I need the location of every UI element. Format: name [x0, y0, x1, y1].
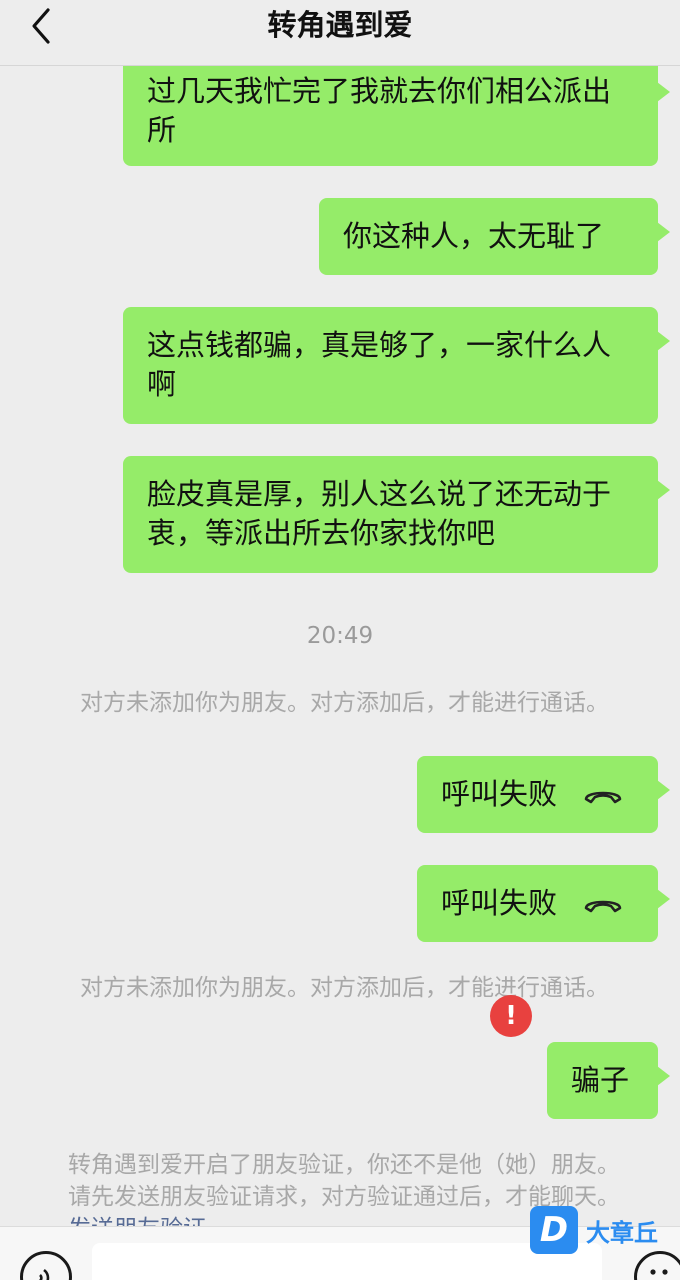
- message-text: 这点钱都骗，真是够了，一家什么人啊: [147, 328, 612, 401]
- system-notice: 对方未添加你为朋友。对方添加后，才能进行通话。: [80, 690, 609, 716]
- emoji-button[interactable]: [634, 1251, 680, 1280]
- message-text: 呼叫失败: [441, 777, 558, 811]
- send-failed-icon[interactable]: !: [490, 995, 532, 1037]
- message-bubble[interactable]: 你这种人，太无耻了: [319, 198, 670, 275]
- voice-button[interactable]: [20, 1251, 72, 1280]
- phone-hangup-icon: [584, 791, 622, 803]
- phone-hangup-icon: [584, 900, 622, 912]
- message-timestamp: 20:49: [306, 623, 374, 649]
- call-failed-bubble[interactable]: 呼叫失败: [417, 865, 670, 942]
- message-text: 你这种人，太无耻了: [343, 219, 605, 253]
- chat-title: 转角遇到爱: [267, 8, 413, 42]
- watermark: D 大章丘: [530, 1205, 658, 1255]
- message-bubble[interactable]: 骗子: [547, 1042, 670, 1119]
- verify-notice-line: 转角遇到爱开启了朋友验证，你还不是他（她）朋友。: [68, 1152, 620, 1178]
- message-bubble[interactable]: 脸皮真是厚，别人这么说了还无动于衷，等派出所去你家找你吧: [123, 456, 670, 573]
- message-input[interactable]: [92, 1243, 602, 1280]
- message-text: 过几天我忙完了我就去你们相公派出所: [147, 74, 612, 147]
- system-notice: 对方未添加你为朋友。对方添加后，才能进行通话。: [80, 975, 609, 1001]
- call-failed-bubble[interactable]: 呼叫失败: [417, 756, 670, 833]
- emoji-icon: [650, 1269, 668, 1275]
- message-bubble[interactable]: 这点钱都骗，真是够了，一家什么人啊: [123, 307, 670, 424]
- voice-icon: [38, 1268, 50, 1280]
- message-text: 骗子: [571, 1063, 630, 1097]
- chat-header: 转角遇到爱: [0, 0, 680, 66]
- message-bubble[interactable]: 过几天我忙完了我就去你们相公派出所: [123, 66, 670, 166]
- watermark-logo: D: [530, 1206, 578, 1254]
- message-text: 脸皮真是厚，别人这么说了还无动于衷，等派出所去你家找你吧: [147, 477, 612, 550]
- watermark-text: 大章丘: [586, 1218, 658, 1247]
- message-list[interactable]: 过几天我忙完了我就去你们相公派出所 你这种人，太无耻了 这点钱都骗，真是够了，一…: [0, 66, 680, 1226]
- message-text: 呼叫失败: [441, 886, 558, 920]
